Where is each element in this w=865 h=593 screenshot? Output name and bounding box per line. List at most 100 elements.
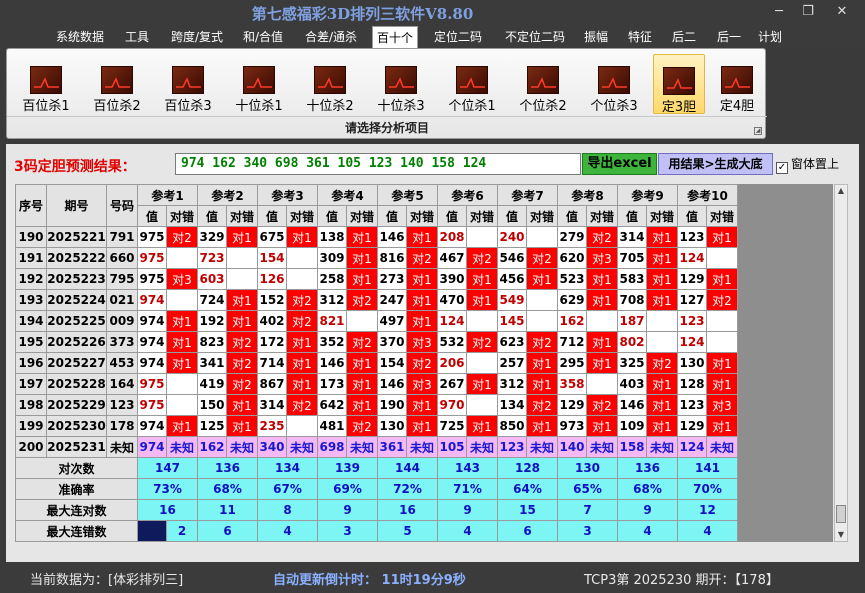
column-header-seq[interactable]: 序号	[15, 184, 47, 227]
generate-base-button[interactable]: 用结果>生成大底	[658, 153, 773, 175]
ribbon-button-10[interactable]: 定4胆	[710, 54, 764, 114]
vertical-scrollbar[interactable]: ▲ ▼	[834, 184, 848, 542]
ribbon-button-9[interactable]: 定3胆	[653, 54, 705, 115]
status-countdown: 自动更新倒计时： 11时19分9秒	[273, 573, 466, 588]
ribbon-button-label: 个位杀3	[590, 99, 638, 114]
column-header-ref-7[interactable]: 参考7	[497, 184, 558, 206]
topmost-checkbox[interactable]: ✓ 窗体置上	[776, 155, 839, 174]
table-row[interactable]: 191 2025222 660 975 723 154 309 对1 816 对2 467 对2 546…	[15, 247, 738, 269]
cell-hit: 对1	[586, 352, 618, 374]
ribbon-button-4[interactable]: 十位杀2	[298, 54, 362, 114]
cell-value: 340	[257, 436, 287, 458]
menu-8[interactable]: 振幅	[578, 26, 614, 48]
column-header-ref-2[interactable]: 参考2	[197, 184, 258, 206]
cell-value: 129	[557, 394, 587, 416]
table-row[interactable]: 192 2025223 795 975 对3 603 126 258 对1 273 对1 390 对1 4…	[15, 268, 738, 290]
cell-hit: 对1	[226, 289, 258, 311]
column-header-period[interactable]: 期号	[46, 184, 107, 227]
ribbon-button-7[interactable]: 个位杀2	[511, 54, 575, 114]
scroll-up-icon[interactable]: ▲	[835, 185, 847, 197]
table-row-current[interactable]: 200 2025231 未知 974 未知 162 未知 340 未知 698 未知 361 未知 105…	[15, 436, 738, 458]
ribbon-button-6[interactable]: 个位杀1	[440, 54, 504, 114]
subheader-hit: 对错	[166, 205, 198, 227]
column-header-ref-1[interactable]: 参考1	[137, 184, 198, 206]
cell-hit: 对1	[526, 415, 558, 437]
cell-hit	[466, 310, 498, 332]
ribbon-button-0[interactable]: 百位杀1	[14, 54, 78, 114]
stats-value: 71%	[437, 478, 498, 500]
menu-4[interactable]: 合差/通杀	[297, 26, 365, 48]
ribbon-button-1[interactable]: 百位杀2	[85, 54, 149, 114]
data-grid[interactable]: 序号 期号 号码 参考1 参考2 参考3 参考4 参考5 参考6 参考7 参考8 参考9 参考10 值对错…	[15, 184, 833, 542]
subheader-value: 值	[377, 205, 407, 227]
stats-value: 134	[257, 457, 318, 479]
cell-hit: 对2	[406, 247, 438, 269]
row-number: 021	[106, 289, 138, 311]
ribbon-button-8[interactable]: 个位杀3	[582, 54, 646, 114]
subheader-hit: 对错	[346, 205, 378, 227]
cell-hit: 对1	[586, 289, 618, 311]
table-row[interactable]: 190 2025221 791 975 对2 329 对1 675 对1 138 对1 146 对1 20…	[15, 226, 738, 248]
column-header-ref-10[interactable]: 参考10	[677, 184, 738, 206]
table-row[interactable]: 193 2025224 021 974 724 对1 152 对2 312 对2 247 对1 470 对…	[15, 289, 738, 311]
table-row[interactable]: 199 2025230 178 974 对1 125 对1 235 481 对2 130 对1 725 对…	[15, 415, 738, 437]
ribbon-button-2[interactable]: 百位杀3	[156, 54, 220, 114]
ribbon-button-5[interactable]: 十位杀3	[369, 54, 433, 114]
cell-value: 358	[557, 373, 587, 395]
menu-1[interactable]: 工具	[120, 26, 154, 48]
cell-value: 145	[497, 310, 527, 332]
export-excel-button[interactable]: 导出excel	[582, 153, 657, 175]
cell-hit: 对2	[286, 289, 318, 311]
table-row[interactable]: 194 2025225 009 974 对1 192 对1 402 对2 821 497 对1 124 1…	[15, 310, 738, 332]
column-header-number[interactable]: 号码	[106, 184, 138, 227]
table-row[interactable]: 196 2025227 453 974 对1 341 对2 714 对1 146 对1 154 对2 20…	[15, 352, 738, 374]
row-number: 123	[106, 394, 138, 416]
column-header-ref-9[interactable]: 参考9	[617, 184, 678, 206]
column-header-ref-6[interactable]: 参考6	[437, 184, 498, 206]
cell-value: 975	[137, 394, 167, 416]
menu-10[interactable]: 后二	[666, 26, 702, 48]
menu-6[interactable]: 定位二码	[428, 26, 488, 48]
restore-button[interactable]: ❐	[797, 2, 819, 22]
menu-3[interactable]: 和/合值	[237, 26, 289, 48]
menu-5[interactable]: 百十个	[372, 26, 418, 49]
stats-value: 65%	[557, 478, 618, 500]
ribbon-button-3[interactable]: 十位杀1	[227, 54, 291, 114]
stats-value: 73%	[137, 478, 198, 500]
cell-value: 724	[197, 289, 227, 311]
column-header-ref-4[interactable]: 参考4	[317, 184, 378, 206]
menu-0[interactable]: 系统数据	[52, 26, 108, 48]
cell-hit: 对2	[466, 331, 498, 353]
subheader-value: 值	[137, 205, 167, 227]
menu-9[interactable]: 特征	[621, 26, 659, 48]
table-row[interactable]: 197 2025228 164 975 419 对2 867 对1 173 对1 146 对3 267 对…	[15, 373, 738, 395]
close-button[interactable]: ✕	[831, 2, 853, 22]
scroll-down-icon[interactable]: ▼	[835, 529, 847, 541]
stats-label: 最大连对数	[15, 499, 138, 521]
cell-hit: 对1	[466, 289, 498, 311]
menu-2[interactable]: 跨度/复式	[164, 26, 230, 48]
cell-value: 675	[257, 226, 287, 248]
result-field[interactable]: 974 162 340 698 361 105 123 140 158 124	[175, 153, 581, 175]
row-number: 009	[106, 310, 138, 332]
stats-selected-cell[interactable]	[137, 520, 167, 542]
menu-11[interactable]: 后一	[711, 26, 747, 48]
column-header-ref-8[interactable]: 参考8	[557, 184, 618, 206]
cell-value: 546	[497, 247, 527, 269]
main-panel: 3码定胆预测结果： 974 162 340 698 361 105 123 14…	[6, 144, 859, 562]
menu-7[interactable]: 不定位二码	[497, 26, 573, 48]
stats-value: 4	[257, 520, 318, 542]
stats-value: 70%	[677, 478, 738, 500]
cell-value: 714	[257, 352, 287, 374]
cell-value: 206	[437, 352, 467, 374]
column-header-ref-5[interactable]: 参考5	[377, 184, 438, 206]
menu-12[interactable]: 计划	[754, 26, 786, 48]
minimize-button[interactable]: ─	[768, 2, 790, 22]
cell-value: 974	[137, 331, 167, 353]
column-header-ref-3[interactable]: 参考3	[257, 184, 318, 206]
scroll-thumb[interactable]	[836, 505, 846, 523]
ribbon-expand-icon[interactable]: ◢	[754, 127, 762, 135]
row-seq: 190	[15, 226, 47, 248]
table-row[interactable]: 198 2025229 123 975 150 对1 314 对2 642 对1 190 对1 970 1…	[15, 394, 738, 416]
table-row[interactable]: 195 2025226 373 974 对1 823 对2 172 对1 352 对2 370 对3 53…	[15, 331, 738, 353]
